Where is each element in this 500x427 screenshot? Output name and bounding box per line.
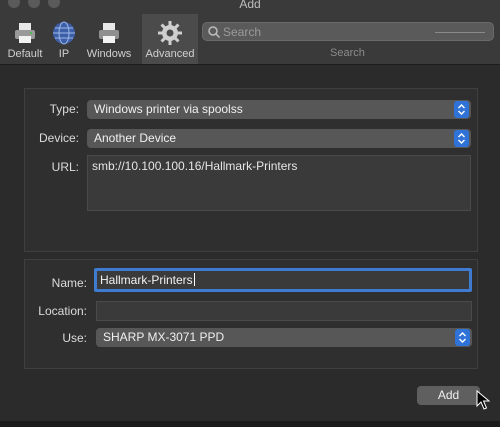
device-label: Device: (38, 131, 79, 145)
toolbar-ip-label: IP (58, 48, 70, 60)
use-select-value: SHARP MX-3071 PPD (103, 330, 225, 344)
location-label: Location: (38, 304, 87, 318)
device-select-chevron-icon (454, 130, 469, 147)
mouse-cursor-icon (476, 390, 490, 410)
window-title: Add (239, 0, 261, 11)
search-icon (208, 26, 221, 39)
text-caret (193, 273, 195, 286)
connection-panel: Type: Windows printer via spoolss Device… (24, 88, 478, 252)
type-select[interactable]: Windows printer via spoolss (87, 100, 471, 119)
details-panel: Name: Hallmark-Printers Location: Use: S… (24, 259, 478, 369)
url-field[interactable]: smb://10.100.100.16/Hallmark-Printers (87, 155, 471, 211)
toolbar-ip-button[interactable]: IP (48, 14, 80, 64)
add-printer-window: Add Default IP Windows Advanced Search S… (0, 0, 500, 427)
add-button[interactable]: Add (417, 386, 480, 405)
toolbar-windows-button[interactable]: Windows (84, 14, 134, 64)
device-select[interactable]: Another Device (87, 129, 471, 148)
toolbar: Add Default IP Windows Advanced Search S… (0, 0, 500, 65)
add-button-label: Add (437, 388, 460, 402)
printer-icon (15, 23, 35, 43)
toolbar-default-button[interactable]: Default (4, 14, 46, 64)
name-field[interactable]: Hallmark-Printers (94, 268, 472, 292)
search-label: Search (330, 47, 365, 59)
use-select-chevron-icon (455, 329, 470, 346)
url-label: URL: (51, 160, 79, 174)
type-select-chevron-icon (454, 101, 469, 118)
use-select[interactable]: SHARP MX-3071 PPD (96, 328, 472, 347)
toolbar-default-label: Default (7, 48, 43, 60)
gear-icon (158, 21, 182, 45)
name-label: Name: (51, 276, 87, 290)
url-value: smb://10.100.100.16/Hallmark-Printers (92, 159, 298, 173)
windows-printer-icon (99, 23, 119, 43)
search-placeholder: Search (223, 25, 262, 39)
device-select-value: Another Device (94, 131, 177, 145)
globe-icon (53, 21, 75, 45)
toolbar-advanced-label: Advanced (145, 48, 195, 60)
toolbar-advanced-button[interactable]: Advanced (142, 14, 198, 64)
use-label: Use: (62, 331, 87, 345)
type-label: Type: (49, 102, 79, 116)
toolbar-windows-label: Windows (86, 48, 132, 60)
name-value: Hallmark-Printers (100, 273, 193, 287)
bottom-strip (0, 421, 500, 427)
type-select-value: Windows printer via spoolss (94, 102, 243, 116)
location-field[interactable] (96, 301, 472, 321)
search-field[interactable]: Search (202, 22, 494, 41)
